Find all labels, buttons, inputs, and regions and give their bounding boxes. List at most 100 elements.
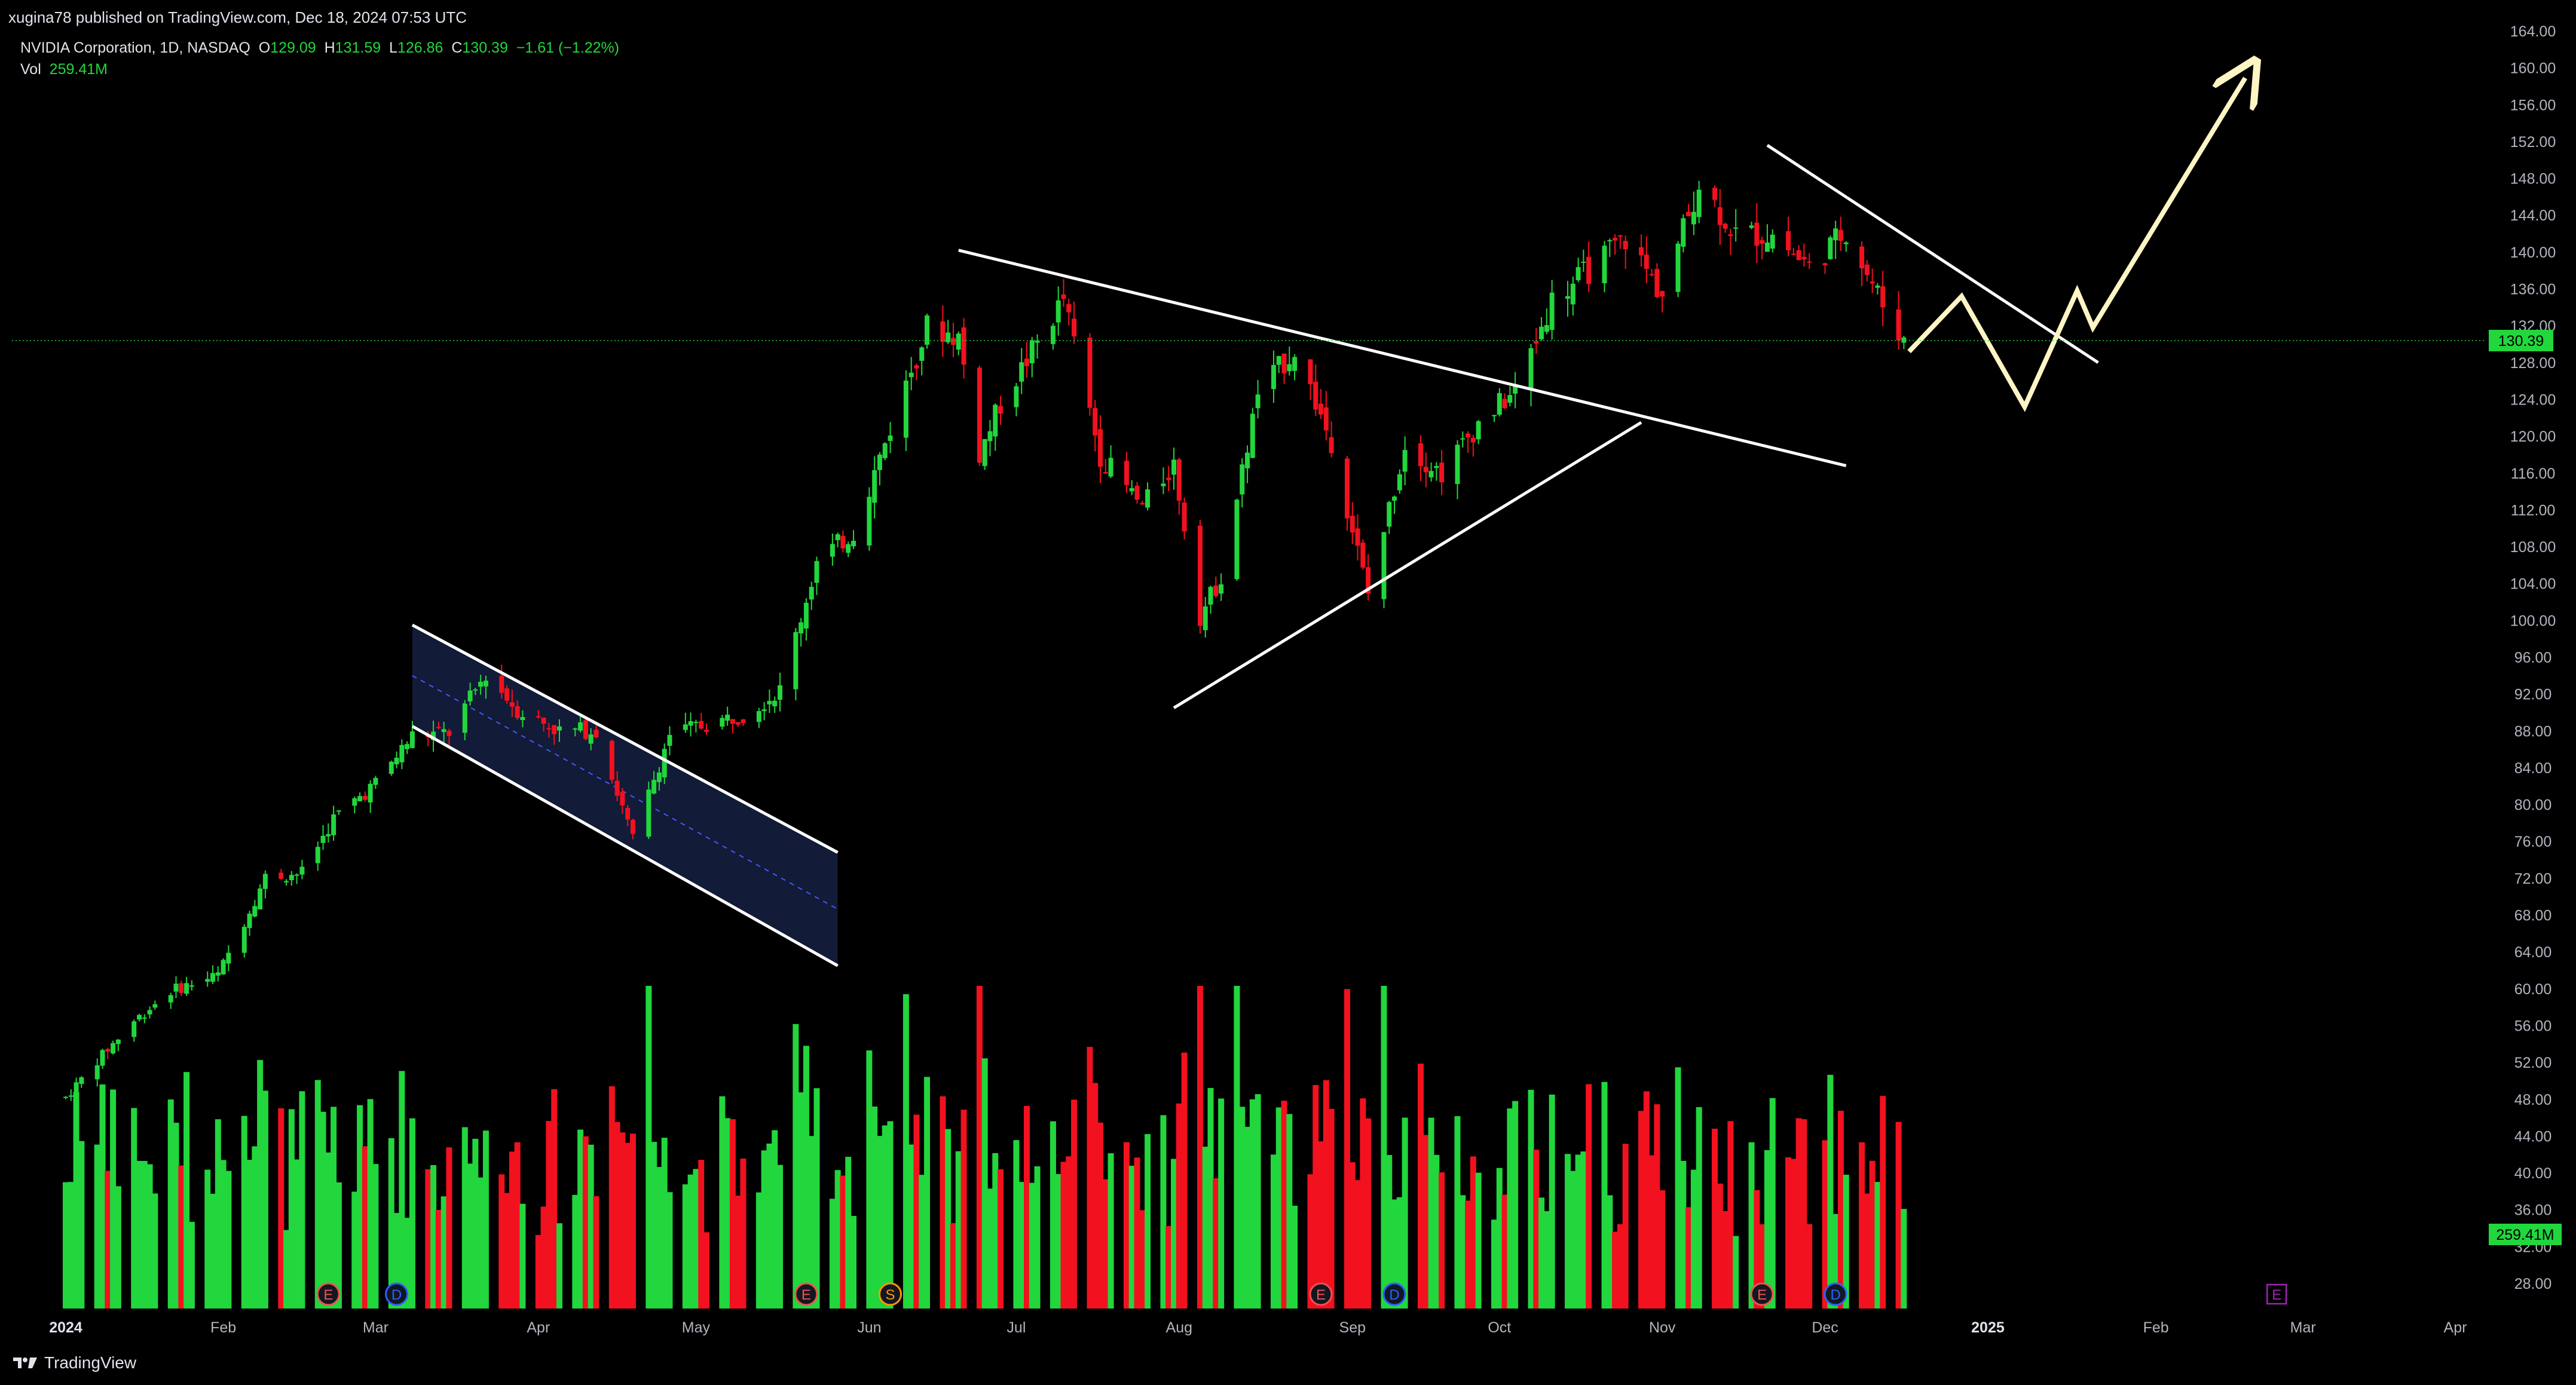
candle[interactable] xyxy=(1056,286,1061,336)
candle[interactable] xyxy=(1760,237,1765,260)
candle[interactable] xyxy=(1586,241,1592,292)
candle[interactable] xyxy=(115,1038,121,1052)
candle[interactable] xyxy=(888,422,893,454)
candle[interactable] xyxy=(950,323,956,357)
candle[interactable] xyxy=(1171,448,1177,490)
candle[interactable] xyxy=(867,487,872,551)
candle[interactable] xyxy=(1870,268,1875,293)
candle[interactable] xyxy=(703,723,709,735)
candle[interactable] xyxy=(809,581,814,610)
candle[interactable] xyxy=(646,782,651,839)
candle[interactable] xyxy=(846,541,851,557)
candle[interactable] xyxy=(394,751,399,768)
candle[interactable] xyxy=(352,796,357,814)
event-marker[interactable]: D xyxy=(385,1282,409,1306)
event-marker[interactable]: E xyxy=(1309,1282,1333,1306)
projection-arrow[interactable] xyxy=(1907,78,2245,412)
candle[interactable] xyxy=(877,452,882,486)
candle[interactable] xyxy=(1455,440,1460,500)
candle[interactable] xyxy=(725,706,730,726)
candle[interactable] xyxy=(331,805,336,841)
candle[interactable] xyxy=(1245,445,1250,483)
candle[interactable] xyxy=(258,884,263,910)
candle[interactable] xyxy=(956,331,961,356)
candle[interactable] xyxy=(315,841,320,871)
candle[interactable] xyxy=(1219,573,1224,601)
candle[interactable] xyxy=(184,976,189,996)
candle[interactable] xyxy=(730,719,735,734)
candle[interactable] xyxy=(1470,434,1476,457)
candle[interactable] xyxy=(1828,235,1833,260)
candle[interactable] xyxy=(1875,283,1880,295)
candle[interactable] xyxy=(226,945,231,972)
candle[interactable] xyxy=(137,1013,142,1022)
candle[interactable] xyxy=(1134,482,1140,504)
candle[interactable] xyxy=(1318,388,1324,419)
candle[interactable] xyxy=(1093,400,1098,452)
candle[interactable] xyxy=(1161,467,1166,494)
candle[interactable] xyxy=(1528,344,1534,407)
candle[interactable] xyxy=(1271,350,1276,403)
candle[interactable] xyxy=(388,761,394,776)
candle[interactable] xyxy=(1691,191,1696,235)
candle[interactable] xyxy=(1287,346,1292,376)
candle[interactable] xyxy=(168,992,173,1009)
candle[interactable] xyxy=(1050,323,1056,350)
candle[interactable] xyxy=(1240,458,1245,508)
candle[interactable] xyxy=(1880,271,1886,326)
candle[interactable] xyxy=(210,965,216,984)
candle[interactable] xyxy=(1602,241,1607,293)
candle[interactable] xyxy=(1197,519,1203,634)
candle[interactable] xyxy=(1255,379,1261,419)
event-marker[interactable]: S xyxy=(879,1282,902,1306)
candle[interactable] xyxy=(1418,435,1423,482)
event-marker[interactable]: E xyxy=(2266,1283,2287,1305)
candle[interactable] xyxy=(1029,336,1035,378)
candle[interactable] xyxy=(1276,356,1281,373)
candle[interactable] xyxy=(1696,180,1702,223)
candle[interactable] xyxy=(987,419,993,456)
candle[interactable] xyxy=(1182,497,1187,540)
event-marker[interactable]: E xyxy=(794,1282,818,1306)
candle[interactable] xyxy=(799,618,804,647)
candle[interactable] xyxy=(961,318,966,379)
candle[interactable] xyxy=(1786,216,1791,257)
footer-brand[interactable]: TradingView xyxy=(12,1353,136,1372)
candle[interactable] xyxy=(882,442,888,461)
candle[interactable] xyxy=(1439,450,1445,495)
candle[interactable] xyxy=(1066,298,1072,326)
candle[interactable] xyxy=(1423,452,1428,488)
candle[interactable] xyxy=(1565,281,1571,317)
candle[interactable] xyxy=(1355,514,1360,560)
candle[interactable] xyxy=(63,1096,68,1099)
candle[interactable] xyxy=(1061,279,1066,307)
candle[interactable] xyxy=(756,707,761,728)
candle[interactable] xyxy=(1014,382,1019,416)
candle[interactable] xyxy=(1366,554,1371,600)
event-marker[interactable]: D xyxy=(1382,1282,1406,1306)
candle[interactable] xyxy=(299,859,305,880)
candle[interactable] xyxy=(814,556,819,595)
candle[interactable] xyxy=(1723,222,1728,233)
candle[interactable] xyxy=(1292,354,1298,381)
candle[interactable] xyxy=(1791,247,1796,255)
candle[interactable] xyxy=(688,712,693,737)
candle[interactable] xyxy=(1833,220,1838,259)
candle[interactable] xyxy=(368,780,373,813)
candle[interactable] xyxy=(289,871,294,886)
candle[interactable] xyxy=(1208,586,1213,614)
candle[interactable] xyxy=(205,971,210,987)
candle[interactable] xyxy=(1329,421,1334,458)
candle[interactable] xyxy=(252,900,258,918)
candle[interactable] xyxy=(1660,290,1665,312)
candle[interactable] xyxy=(851,530,856,549)
candle[interactable] xyxy=(131,1019,137,1042)
symbol-legend[interactable]: NVIDIA Corporation, 1D, NASDAQ O129.09 H… xyxy=(20,39,619,57)
candle[interactable] xyxy=(1712,185,1718,207)
candle[interactable] xyxy=(1035,334,1040,359)
candle[interactable] xyxy=(1838,216,1843,252)
candle[interactable] xyxy=(142,1014,147,1024)
candle[interactable] xyxy=(772,696,778,713)
candle[interactable] xyxy=(399,739,405,770)
candle[interactable] xyxy=(179,980,184,996)
